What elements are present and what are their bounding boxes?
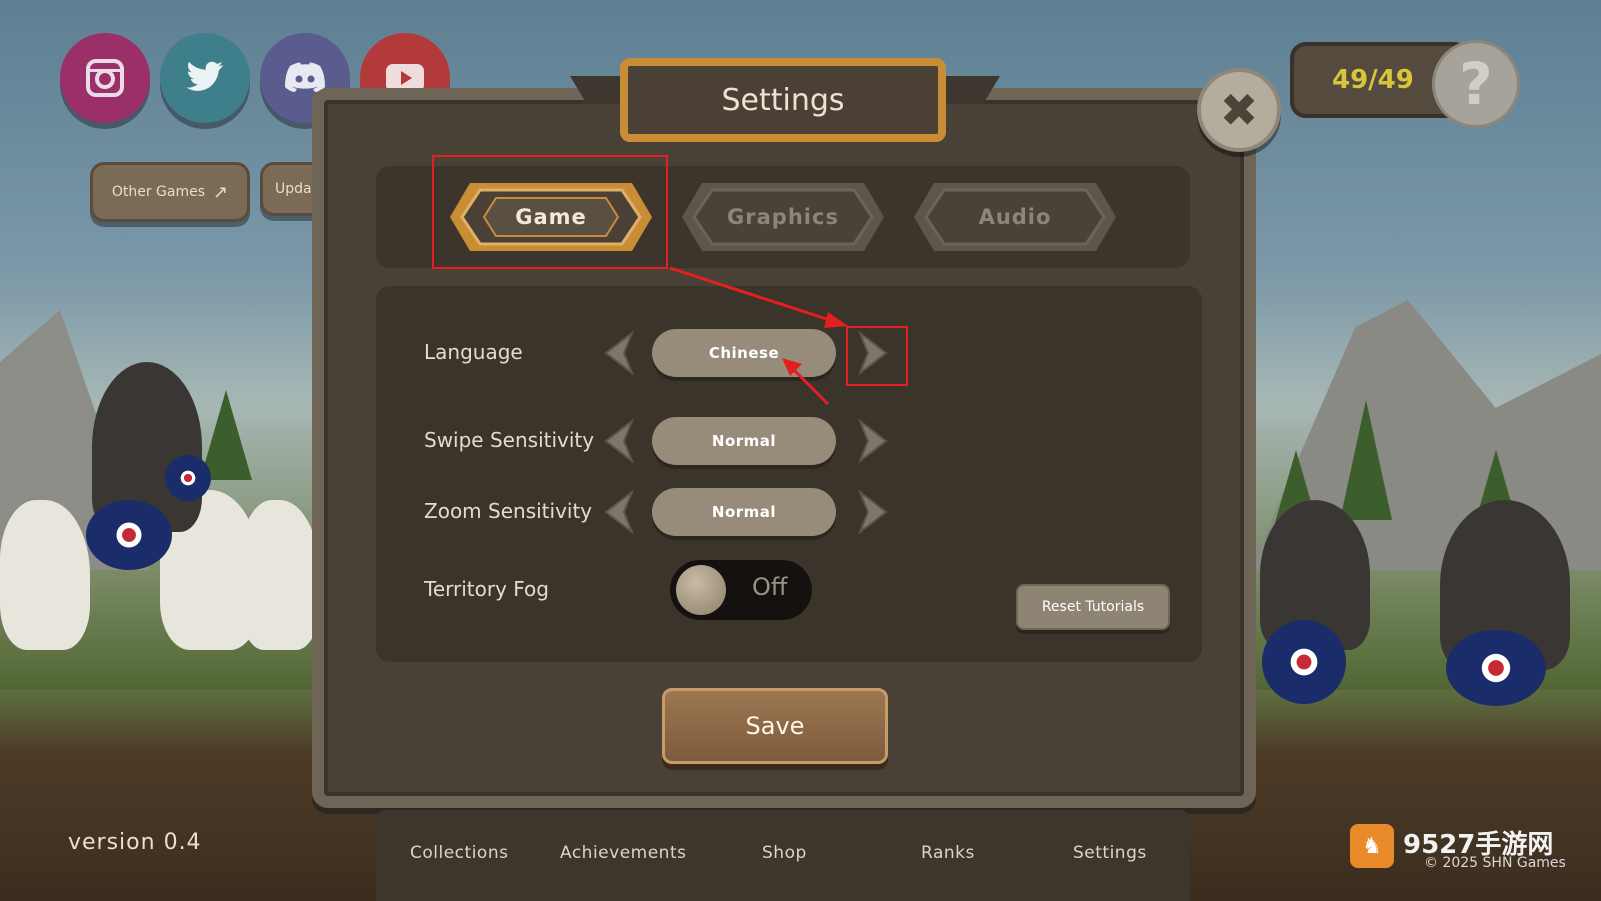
twitter-icon bbox=[186, 61, 223, 91]
dialog-title-plate: Settings bbox=[620, 58, 946, 142]
nav-collections[interactable]: Collections bbox=[410, 843, 508, 863]
swipe-sensitivity-value: Normal bbox=[652, 417, 836, 465]
tab-audio-label: Audio bbox=[978, 205, 1052, 229]
tab-graphics-label: Graphics bbox=[727, 205, 839, 229]
dialog-title: Settings bbox=[721, 82, 845, 118]
instagram-button[interactable] bbox=[60, 33, 150, 123]
chevron-right-icon bbox=[858, 490, 888, 534]
chevron-left-icon bbox=[604, 331, 634, 375]
external-link-icon: ↗ bbox=[213, 181, 229, 203]
swipe-next-button[interactable] bbox=[852, 419, 896, 463]
reset-tutorials-label: Reset Tutorials bbox=[1041, 599, 1145, 615]
zoom-next-button[interactable] bbox=[852, 490, 896, 534]
watermark-horse-icon: ♞ bbox=[1350, 824, 1394, 868]
nav-shop[interactable]: Shop bbox=[762, 843, 807, 863]
chevron-left-icon bbox=[604, 490, 634, 534]
swipe-sensitivity-label: Swipe Sensitivity bbox=[424, 428, 595, 452]
version-label: version 0.4 bbox=[68, 830, 202, 855]
other-games-label: Other Games bbox=[111, 184, 206, 200]
toggle-knob bbox=[676, 565, 726, 615]
language-label: Language bbox=[424, 340, 523, 364]
other-games-button[interactable]: Other Games ↗ bbox=[90, 162, 250, 222]
nav-ranks[interactable]: Ranks bbox=[921, 843, 975, 863]
close-icon: ✖ bbox=[1219, 83, 1259, 137]
nav-achievements[interactable]: Achievements bbox=[560, 843, 686, 863]
language-prev-button[interactable] bbox=[596, 331, 640, 375]
nav-settings[interactable]: Settings bbox=[1073, 843, 1147, 863]
updates-label: Upda bbox=[275, 181, 312, 197]
zoom-sensitivity-value: Normal bbox=[652, 488, 836, 536]
annotation-arrows bbox=[669, 266, 848, 406]
chevron-right-icon bbox=[858, 419, 888, 463]
zoom-sensitivity-label: Zoom Sensitivity bbox=[424, 499, 593, 523]
tab-graphics[interactable]: Graphics bbox=[680, 180, 886, 254]
toggle-state-text: Off bbox=[752, 573, 788, 601]
annotation-arrow-line bbox=[790, 366, 830, 406]
chevron-left-icon bbox=[604, 419, 634, 463]
territory-fog-toggle[interactable]: Off bbox=[670, 560, 812, 620]
annotation-arrow-line bbox=[669, 266, 837, 324]
territory-fog-label: Territory Fog bbox=[424, 577, 549, 601]
annotation-arrowhead bbox=[824, 312, 848, 328]
reset-tutorials-button[interactable]: Reset Tutorials bbox=[1016, 584, 1170, 630]
instagram-icon bbox=[86, 59, 124, 97]
swipe-value-text: Normal bbox=[711, 432, 777, 450]
swipe-prev-button[interactable] bbox=[596, 419, 640, 463]
twitter-button[interactable] bbox=[160, 33, 250, 123]
tab-audio[interactable]: Audio bbox=[912, 180, 1118, 254]
annotation-box-game-tab bbox=[432, 155, 668, 269]
zoom-value-text: Normal bbox=[711, 503, 777, 521]
save-label: Save bbox=[745, 712, 805, 740]
copyright-text: © 2025 SHN Games bbox=[1424, 855, 1566, 871]
save-button[interactable]: Save bbox=[662, 688, 888, 764]
close-button[interactable]: ✖ bbox=[1197, 68, 1281, 152]
question-icon: ? bbox=[1459, 50, 1493, 118]
counter-value: 49/49 bbox=[1332, 65, 1414, 95]
help-button[interactable]: ? bbox=[1432, 40, 1520, 128]
zoom-prev-button[interactable] bbox=[596, 490, 640, 534]
